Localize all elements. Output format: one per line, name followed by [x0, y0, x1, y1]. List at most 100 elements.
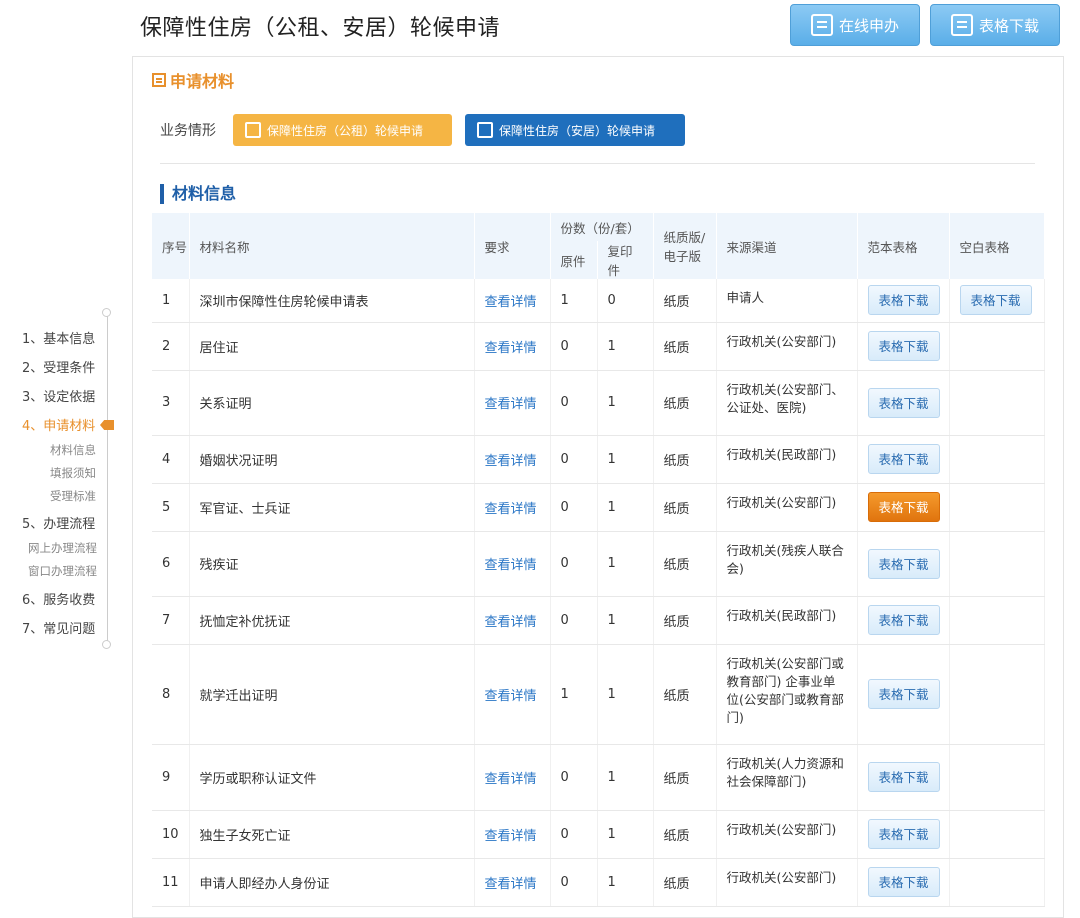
row-number: 3 [162, 395, 171, 410]
original-count: 0 [560, 451, 569, 467]
online-apply-label: 在线申办 [838, 16, 899, 35]
header-copies: 份数（份/套） [550, 213, 654, 241]
view-details-link[interactable]: 查看详情 [485, 558, 537, 573]
material-name: 关系证明 [199, 397, 252, 412]
source-channel: 行政机关(公安部门或教育部门) 企事业单位(公安部门或教育部门) [726, 655, 844, 725]
table-row: 6 残疾证 查看详情 0 1 纸质 行政机关(残疾人联合会) 表格下载 [152, 531, 1045, 597]
row-number: 9 [162, 769, 171, 785]
table-row: 7 抚恤定补优抚证 查看详情 0 1 纸质 行政机关(民政部门) 表格下载 [152, 596, 1045, 645]
sample-download-button[interactable]: 表格下载 [867, 492, 940, 522]
blank-download-button[interactable]: 表格下载 [959, 285, 1032, 316]
sample-download-button[interactable]: 表格下载 [867, 444, 940, 474]
sample-download-button[interactable]: 表格下载 [867, 762, 940, 792]
medium-type: 纸质 [663, 614, 690, 630]
biz-button-label: 保障性住房（公租）轮候申请 [267, 123, 424, 138]
nav-item-materials[interactable]: 4、申请材料 [22, 415, 95, 434]
form-download-label: 表格下载 [978, 16, 1039, 35]
nav-item-faq[interactable]: 7、常见问题 [22, 618, 95, 637]
table-row: 1 深圳市保障性住房轮候申请表 查看详情 1 0 纸质 申请人 表格下载 表格下载 [152, 279, 1045, 323]
header-req: 要求 [474, 213, 551, 279]
row-number: 2 [162, 338, 171, 354]
source-channel: 行政机关(公安部门) [726, 333, 837, 349]
sample-download-button[interactable]: 表格下载 [867, 605, 940, 635]
nav-sub-window-process[interactable]: 窗口办理流程 [28, 563, 97, 579]
table-row: 2 居住证 查看详情 0 1 纸质 行政机关(公安部门) 表格下载 [152, 322, 1045, 371]
original-count: 0 [560, 826, 569, 842]
view-details-link[interactable]: 查看详情 [485, 615, 537, 630]
row-number: 10 [162, 826, 179, 842]
divider [160, 163, 1035, 164]
biz-button-public-rental[interactable]: 保障性住房（公租）轮候申请 [233, 114, 452, 146]
view-details-link[interactable]: 查看详情 [485, 689, 537, 704]
source-channel: 行政机关(公安部门) [726, 869, 837, 885]
side-navigation: 1、基本信息 2、受理条件 3、设定依据 4、申请材料 材料信息 填报须知 受理… [0, 300, 130, 660]
source-channel: 行政机关(残疾人联合会) [726, 542, 844, 576]
sample-download-button[interactable]: 表格下载 [867, 867, 940, 897]
table-row: 5 军官证、士兵证 查看详情 0 1 纸质 行政机关(公安部门) 表格下载 [152, 483, 1045, 532]
nav-timeline [107, 312, 108, 644]
material-name: 申请人即经办人身份证 [199, 876, 330, 892]
view-details-link[interactable]: 查看详情 [485, 341, 537, 356]
original-count: 1 [560, 292, 569, 308]
sample-download-button[interactable]: 表格下载 [867, 679, 940, 709]
duplicate-count: 1 [607, 826, 616, 842]
view-details-link[interactable]: 查看详情 [485, 397, 537, 412]
duplicate-count: 1 [607, 451, 616, 467]
duplicate-count: 1 [607, 556, 616, 571]
nav-sub-online-process[interactable]: 网上办理流程 [28, 540, 97, 556]
biz-scenario-label: 业务情形 [160, 123, 216, 139]
view-details-link[interactable]: 查看详情 [485, 454, 537, 469]
original-count: 0 [560, 556, 569, 571]
view-details-link[interactable]: 查看详情 [485, 829, 537, 844]
row-number: 6 [162, 556, 171, 571]
nav-dot-top [102, 308, 111, 317]
nav-item-conditions[interactable]: 2、受理条件 [22, 357, 95, 376]
nav-sub-standard[interactable]: 受理标准 [50, 488, 96, 504]
source-channel: 行政机关(公安部门、公证处、医院) [726, 381, 844, 415]
biz-button-settlement[interactable]: 保障性住房（安居）轮候申请 [465, 114, 685, 146]
material-name: 居住证 [199, 340, 239, 356]
row-number: 5 [162, 499, 171, 515]
duplicate-count: 1 [607, 338, 616, 354]
header-blank: 空白表格 [949, 213, 1045, 279]
duplicate-count: 1 [607, 612, 616, 628]
form-download-button[interactable]: 表格下载 [930, 4, 1060, 46]
material-name: 就学迁出证明 [199, 688, 278, 704]
duplicate-count: 1 [607, 874, 616, 890]
medium-type: 纸质 [663, 501, 690, 517]
nav-sub-material-info[interactable]: 材料信息 [50, 442, 96, 458]
nav-item-basis[interactable]: 3、设定依据 [22, 386, 95, 405]
table-row: 4 婚姻状况证明 查看详情 0 1 纸质 行政机关(民政部门) 表格下载 [152, 435, 1045, 484]
medium-type: 纸质 [663, 397, 690, 412]
original-count: 0 [560, 769, 569, 785]
source-channel: 行政机关(公安部门) [726, 494, 837, 510]
sample-download-button[interactable]: 表格下载 [867, 285, 940, 316]
nav-item-fees[interactable]: 6、服务收费 [22, 589, 95, 608]
duplicate-count: 0 [607, 292, 616, 308]
table-row: 3 关系证明 查看详情 0 1 纸质 行政机关(公安部门、公证处、医院) 表格下载 [152, 370, 1045, 436]
nav-item-basic-info[interactable]: 1、基本信息 [22, 328, 95, 347]
header-original: 原件 [550, 241, 598, 279]
row-number: 7 [162, 612, 171, 628]
sample-download-button[interactable]: 表格下载 [867, 331, 940, 361]
sample-download-button[interactable]: 表格下载 [867, 387, 940, 418]
nav-sub-notice[interactable]: 填报须知 [50, 465, 96, 481]
original-count: 0 [560, 874, 569, 890]
view-details-link[interactable]: 查看详情 [485, 877, 537, 892]
medium-type: 纸质 [663, 688, 690, 704]
online-apply-button[interactable]: 在线申办 [790, 4, 920, 46]
download-form-icon [950, 14, 973, 36]
medium-type: 纸质 [663, 771, 690, 787]
sample-download-button[interactable]: 表格下载 [867, 819, 940, 849]
sample-download-button[interactable]: 表格下载 [867, 548, 940, 579]
source-channel: 行政机关(公安部门) [726, 821, 837, 837]
view-details-link[interactable]: 查看详情 [485, 772, 537, 787]
view-details-link[interactable]: 查看详情 [485, 502, 537, 517]
view-details-link[interactable]: 查看详情 [485, 295, 537, 310]
original-count: 0 [560, 338, 569, 354]
original-count: 1 [560, 686, 569, 702]
source-channel: 申请人 [726, 290, 765, 305]
source-channel: 行政机关(民政部门) [726, 446, 837, 462]
nav-item-process[interactable]: 5、办理流程 [22, 513, 95, 532]
biz-button-label: 保障性住房（安居）轮候申请 [499, 123, 656, 138]
